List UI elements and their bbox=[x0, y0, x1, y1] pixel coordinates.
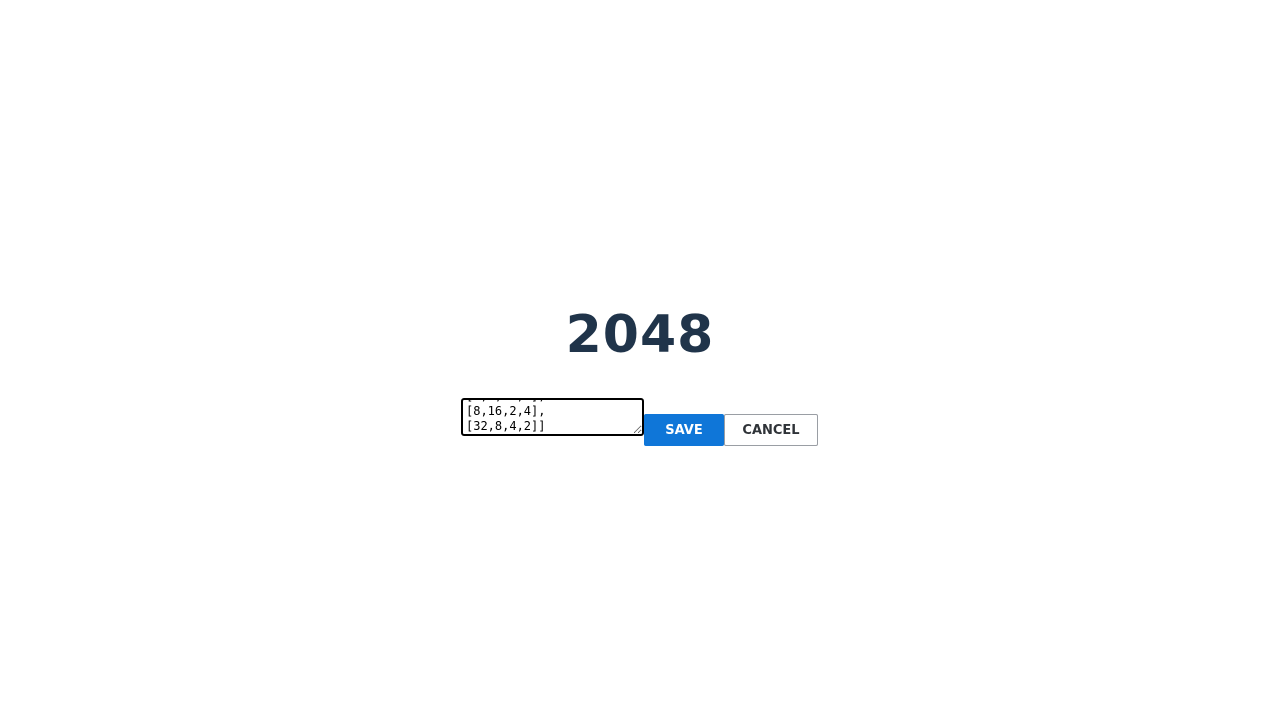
game-title: 2048 bbox=[565, 305, 715, 365]
board-state-textarea[interactable]: [[2,4,8,16], [4,2,16,8], [8,16,2,4], [32… bbox=[461, 398, 644, 436]
cancel-button[interactable]: CANCEL bbox=[724, 414, 818, 446]
game-page: 2048 [[2,4,8,16], [4,2,16,8], [8,16,2,4]… bbox=[0, 0, 1280, 720]
save-button[interactable]: SAVE bbox=[644, 414, 724, 446]
state-editor: [[2,4,8,16], [4,2,16,8], [8,16,2,4], [32… bbox=[461, 398, 818, 446]
